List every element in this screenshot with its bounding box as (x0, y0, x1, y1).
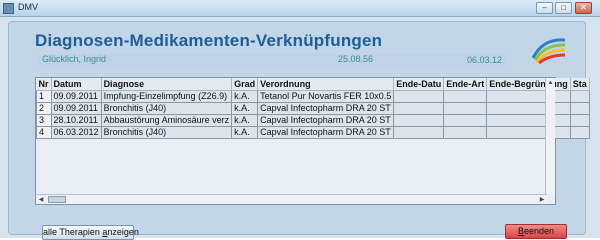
cell-diagnose: Impfung-Einzelimpfung (Z26.9) (100, 89, 233, 103)
cell-status (569, 89, 590, 103)
col-header-ende-datum[interactable]: Ende-Datu (393, 78, 445, 91)
cell-ende-datum (393, 113, 445, 127)
cell-status (569, 101, 590, 115)
col-header-datum[interactable]: Datum (51, 78, 102, 91)
col-header-verordnung[interactable]: Verordnung (257, 78, 395, 91)
cell-diagnose: Bronchitis (J40) (100, 125, 233, 139)
cell-ende-begruendung (486, 101, 571, 115)
horizontal-scrollbar[interactable]: ◀ ▶ (36, 194, 547, 204)
swoosh-logo-icon (531, 38, 566, 64)
title-bar: DMV – □ ✕ (0, 0, 600, 17)
cell-datum: 28.10.2011 (50, 113, 102, 127)
cell-grad: k.A. (231, 125, 259, 139)
cell-verordnung: Capval Infectopharm DRA 20 ST (257, 113, 395, 127)
links-table[interactable]: Nr Datum Diagnose Grad Verordnung Ende-D… (35, 77, 590, 205)
window-title: DMV (18, 2, 38, 12)
cell-ende-begruendung (486, 125, 571, 139)
table-row[interactable]: 4 06.03.2012 Bronchitis (J40) k.A. Capva… (36, 125, 590, 139)
show-all-therapies-button[interactable]: alle Therapien anzeigen (42, 225, 139, 240)
col-header-grad[interactable]: Grad (231, 78, 259, 91)
scroll-up-icon[interactable]: ▲ (546, 78, 555, 88)
minimize-button[interactable]: – (536, 2, 553, 14)
show-all-label-pre: alle Therapien (43, 227, 103, 237)
cell-verordnung: Capval Infectopharm DRA 20 ST (257, 101, 395, 115)
table-row[interactable]: 1 09.09.2011 Impfung-Einzelimpfung (Z26.… (36, 89, 590, 103)
scroll-thumb[interactable] (48, 196, 66, 203)
patient-birth-date: 25.08.56 (338, 54, 374, 64)
current-date: 06.03.12 (465, 54, 507, 67)
page-title: Diagnosen-Medikamenten-Verknüpfungen (35, 31, 383, 50)
col-header-status[interactable]: Sta (570, 78, 590, 91)
patient-name: Glücklich, Ingrid (42, 54, 107, 64)
table-row[interactable]: 3 28.10.2011 Abbaustörung Aminosäure ver… (36, 113, 590, 127)
cell-ende-art (443, 89, 488, 103)
cell-diagnose: Abbaustörung Aminosäure verz (100, 113, 233, 127)
cell-ende-art (443, 101, 488, 115)
quit-button[interactable]: Beenden (505, 224, 567, 239)
cell-nr: 3 (36, 113, 52, 127)
cell-ende-datum (393, 101, 445, 115)
maximize-button[interactable]: □ (555, 2, 572, 14)
col-header-ende-art[interactable]: Ende-Art (443, 78, 488, 91)
content-panel: Diagnosen-Medikamenten-Verknüpfungen Glü… (8, 21, 590, 240)
cell-ende-art (443, 125, 488, 139)
cell-datum: 06.03.2012 (50, 125, 102, 139)
cell-nr: 1 (36, 89, 52, 103)
cell-verordnung: Tetanol Pur Novartis FER 10x0.5 (257, 89, 395, 103)
col-header-nr[interactable]: Nr (36, 78, 52, 91)
cell-datum: 09.09.2011 (50, 101, 102, 115)
col-header-ende-begruendung[interactable]: Ende-Begründung (486, 78, 571, 91)
cell-grad: k.A. (231, 113, 259, 127)
patient-info-bar: Glücklich, Ingrid 25.08.56 (38, 54, 493, 67)
cell-grad: k.A. (231, 101, 259, 115)
cell-ende-datum (393, 89, 445, 103)
col-header-diagnose[interactable]: Diagnose (101, 78, 233, 91)
cell-verordnung: Capval Infectopharm DRA 20 ST (257, 125, 395, 139)
cell-ende-art (443, 113, 488, 127)
cell-ende-begruendung (486, 113, 571, 127)
cell-datum: 09.09.2011 (50, 89, 102, 103)
table-header-row: Nr Datum Diagnose Grad Verordnung Ende-D… (36, 78, 590, 91)
close-window-button[interactable]: ✕ (575, 2, 592, 14)
cell-status (569, 113, 590, 127)
scroll-right-icon[interactable]: ▶ (537, 195, 547, 205)
cell-diagnose: Bronchitis (J40) (100, 101, 233, 115)
cell-status (569, 125, 590, 139)
table-row[interactable]: 2 09.09.2011 Bronchitis (J40) k.A. Capva… (36, 101, 590, 115)
quit-label-post: eenden (523, 226, 555, 236)
show-all-label-post: nzeigen (107, 227, 139, 237)
cell-nr: 2 (36, 101, 52, 115)
app-icon (3, 3, 14, 14)
main-frame: Diagnosen-Medikamenten-Verknüpfungen Glü… (0, 17, 600, 240)
cell-ende-datum (393, 125, 445, 139)
scroll-left-icon[interactable]: ◀ (36, 195, 46, 205)
vertical-scrollbar[interactable]: ▲ (545, 78, 555, 195)
cell-ende-begruendung (486, 89, 571, 103)
cell-nr: 4 (36, 125, 52, 139)
cell-grad: k.A. (231, 89, 259, 103)
